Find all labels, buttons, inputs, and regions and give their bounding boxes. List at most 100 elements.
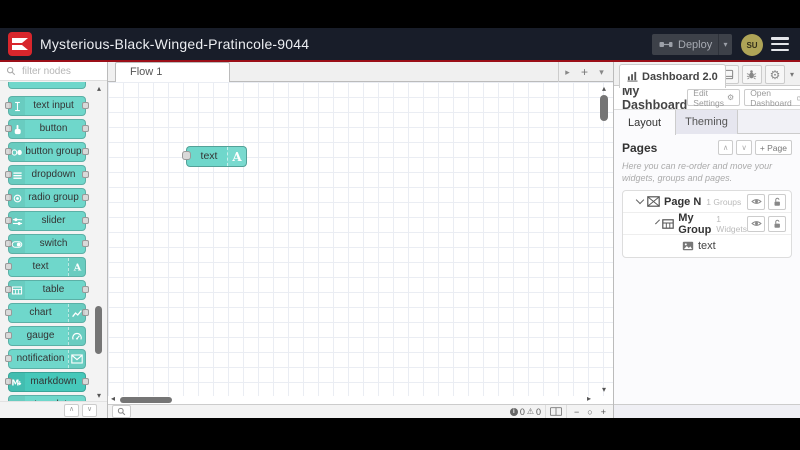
node-palette: text input button button group dropdown radi… [0, 62, 108, 418]
flow-tab[interactable]: Flow 1 [115, 62, 230, 82]
palette-node-text[interactable]: Atext [5, 257, 86, 277]
palette-node-notification[interactable]: notification [5, 349, 86, 369]
node-output-port[interactable] [82, 239, 89, 247]
deploy-button[interactable]: Deploy ▾ [652, 34, 732, 55]
palette-node-slider[interactable]: slider [5, 211, 89, 231]
move-down-button[interactable]: ∨ [736, 140, 752, 155]
palette-node-label: markdown [30, 376, 77, 387]
group-meta: 1 Widgets [716, 213, 748, 234]
node-output-port[interactable] [82, 285, 89, 293]
canvas-node-label: text [200, 150, 218, 162]
palette-node-switch[interactable]: switch [5, 234, 89, 254]
tab-dashboard-2[interactable]: Dashboard 2.0 [619, 64, 726, 88]
envelope-icon [68, 350, 85, 368]
palette-node-label: button [39, 123, 68, 134]
scroll-down-icon[interactable]: ▾ [598, 385, 610, 394]
canvas-node-text[interactable]: text A [182, 146, 247, 167]
zoom-in-button[interactable]: + [598, 407, 609, 417]
palette-node-partial[interactable] [8, 82, 86, 89]
palette-node-radio-group[interactable]: radio group [5, 188, 89, 208]
lock-button[interactable] [768, 215, 786, 232]
palette-node-dropdown[interactable]: dropdown [5, 165, 89, 185]
unlock-icon [774, 197, 780, 206]
edit-settings-button[interactable]: Edit Settings ⚙ [687, 88, 741, 108]
zoom-reset-button[interactable]: ○ [584, 407, 595, 417]
move-up-button[interactable]: ∧ [717, 140, 734, 155]
palette-node-table[interactable]: table [5, 280, 89, 300]
sidebar-menu-caret-icon[interactable]: ▾ [788, 70, 796, 79]
scroll-up-icon[interactable]: ▴ [93, 84, 105, 93]
palette-node-markdown[interactable]: Mmarkdown [5, 372, 89, 392]
palette-node-label: slider [41, 215, 66, 226]
workspace-title: Mysterious-Black-Winged-Pratincole-9044 [40, 36, 310, 52]
toggle-navigator-button[interactable] [545, 405, 566, 418]
config-nodes-tab-icon[interactable]: ⚙ [764, 65, 785, 84]
hand-pointer-icon [9, 120, 25, 138]
palette-scrollbar-thumb[interactable] [95, 306, 102, 354]
palette-scrollbar[interactable]: ▴ ▾ [93, 80, 105, 402]
visibility-button[interactable] [747, 215, 765, 232]
svg-text:M: M [11, 378, 19, 387]
node-output-port[interactable] [82, 216, 89, 224]
tree-row-group[interactable]: My Group 1 Widgets [623, 212, 791, 236]
node-input-port[interactable] [5, 262, 12, 270]
canvas-vscroll-thumb[interactable] [600, 95, 608, 121]
canvas-search-button[interactable] [112, 405, 131, 418]
node-input-port[interactable] [5, 331, 12, 339]
node-output-port[interactable] [82, 101, 89, 109]
palette-node-text-input[interactable]: text input [5, 96, 89, 116]
canvas-vertical-scrollbar[interactable]: ▴ ▾ [598, 84, 610, 394]
page-icon [647, 196, 660, 208]
header: Mysterious-Black-Winged-Pratincole-9044 … [0, 28, 800, 62]
main-menu-icon[interactable] [771, 37, 789, 51]
expand-categories-button[interactable]: ∨ [82, 403, 97, 417]
chevron-down-icon[interactable] [635, 196, 645, 205]
tab-layout[interactable]: Layout [614, 110, 676, 135]
bar-chart-icon [627, 71, 638, 82]
canvas-horizontal-scrollbar[interactable]: ◂ ▸ [108, 394, 613, 404]
debug-tab-icon[interactable] [741, 65, 762, 84]
node-input-port[interactable] [5, 354, 12, 362]
palette-node-label: dropdown [31, 169, 76, 180]
palette-node-button-group[interactable]: button group [5, 142, 89, 162]
node-output-port[interactable] [82, 377, 89, 385]
flow-canvas[interactable]: text A ▴ ▾ [108, 82, 613, 396]
add-flow-button[interactable]: + [576, 62, 593, 82]
scroll-right-icon[interactable]: ▸ [587, 394, 591, 403]
tree-row-widget[interactable]: text [623, 235, 791, 257]
palette-node-label: gauge [26, 330, 55, 341]
node-output-port[interactable] [82, 124, 89, 132]
palette-node-chart[interactable]: chart [5, 303, 89, 323]
canvas-hscroll-thumb[interactable] [120, 397, 172, 403]
sidebar-panel: Dashboard 2.0 i ⚙ ▾ My Dashboard Edi [613, 62, 800, 418]
eye-icon [750, 199, 762, 205]
flow-list-icon[interactable]: ▸ [559, 62, 576, 82]
user-avatar[interactable]: SU [741, 34, 763, 56]
tree-row-page[interactable]: Page N 1 Groups [623, 191, 791, 214]
scroll-down-icon[interactable]: ▾ [93, 391, 105, 400]
scroll-left-icon[interactable]: ◂ [111, 394, 115, 403]
filter-nodes-input[interactable] [20, 64, 104, 78]
palette-node-label: chart [29, 307, 52, 318]
palette-node-button[interactable]: button [5, 119, 89, 139]
radio-icon [9, 189, 25, 207]
collapse-categories-button[interactable]: ∧ [64, 403, 79, 417]
add-page-button[interactable]: + Page [754, 140, 792, 155]
deploy-caret-icon[interactable]: ▾ [719, 40, 732, 49]
palette-node-label: radio group [28, 192, 79, 203]
flow-menu-icon[interactable]: ▾ [593, 62, 610, 82]
lock-button[interactable] [768, 193, 786, 210]
node-output-port[interactable] [82, 193, 89, 201]
scroll-up-icon[interactable]: ▴ [598, 84, 610, 93]
palette-node-gauge[interactable]: gauge [5, 326, 86, 346]
pages-tree: Page N 1 Groups My Group 1 Widgets text [622, 190, 792, 259]
node-output-port[interactable] [82, 170, 89, 178]
node-input-port[interactable] [5, 308, 12, 316]
palette-search[interactable] [0, 62, 107, 81]
visibility-button[interactable] [747, 193, 765, 210]
tab-theming[interactable]: Theming [676, 110, 738, 134]
node-output-port[interactable] [82, 147, 89, 155]
open-dashboard-button[interactable]: Open Dashboard [744, 88, 800, 108]
chevron-down-icon[interactable] [655, 219, 661, 225]
zoom-out-button[interactable]: − [571, 407, 582, 417]
